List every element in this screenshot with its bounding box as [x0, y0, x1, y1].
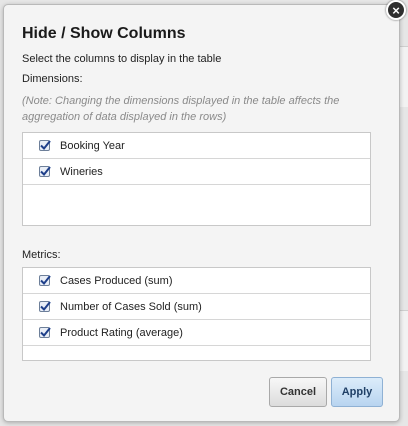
dimension-row-wineries[interactable]: Wineries	[23, 159, 370, 185]
dimensions-label: Dimensions:	[22, 73, 83, 85]
metric-label: Cases Produced (sum)	[60, 274, 173, 287]
checkbox-checked-icon[interactable]	[39, 301, 51, 312]
close-icon[interactable]: ×	[386, 0, 406, 20]
metrics-label: Metrics:	[22, 249, 61, 261]
dimension-row-booking-year[interactable]: Booking Year	[23, 133, 370, 159]
metric-row-product-rating[interactable]: Product Rating (average)	[23, 320, 370, 346]
dimensions-note: (Note: Changing the dimensions displayed…	[22, 95, 340, 123]
background-table-edge	[400, 310, 408, 371]
apply-button[interactable]: Apply	[331, 377, 383, 407]
dialog-title: Hide / Show Columns	[22, 25, 186, 42]
metric-label: Number of Cases Sold (sum)	[60, 300, 202, 313]
checkbox-checked-icon[interactable]	[39, 327, 51, 338]
checkbox-checked-icon[interactable]	[39, 140, 51, 151]
metric-label: Product Rating (average)	[60, 326, 183, 339]
metric-row-cases-produced[interactable]: Cases Produced (sum)	[23, 268, 370, 294]
checkbox-checked-icon[interactable]	[39, 166, 51, 177]
checkbox-checked-icon[interactable]	[39, 275, 51, 286]
dimensions-list: Booking Year Wineries	[22, 132, 371, 226]
instruction-text: Select the columns to display in the tab…	[22, 53, 222, 65]
dimension-label: Booking Year	[60, 139, 125, 152]
dimension-label: Wineries	[60, 165, 103, 178]
cancel-button[interactable]: Cancel	[269, 377, 327, 407]
background-table-edge	[400, 46, 408, 107]
metrics-list: Cases Produced (sum) Number of Cases Sol…	[22, 267, 371, 361]
hide-show-columns-dialog: Hide / Show Columns Select the columns t…	[3, 4, 400, 422]
metric-row-cases-sold[interactable]: Number of Cases Sold (sum)	[23, 294, 370, 320]
